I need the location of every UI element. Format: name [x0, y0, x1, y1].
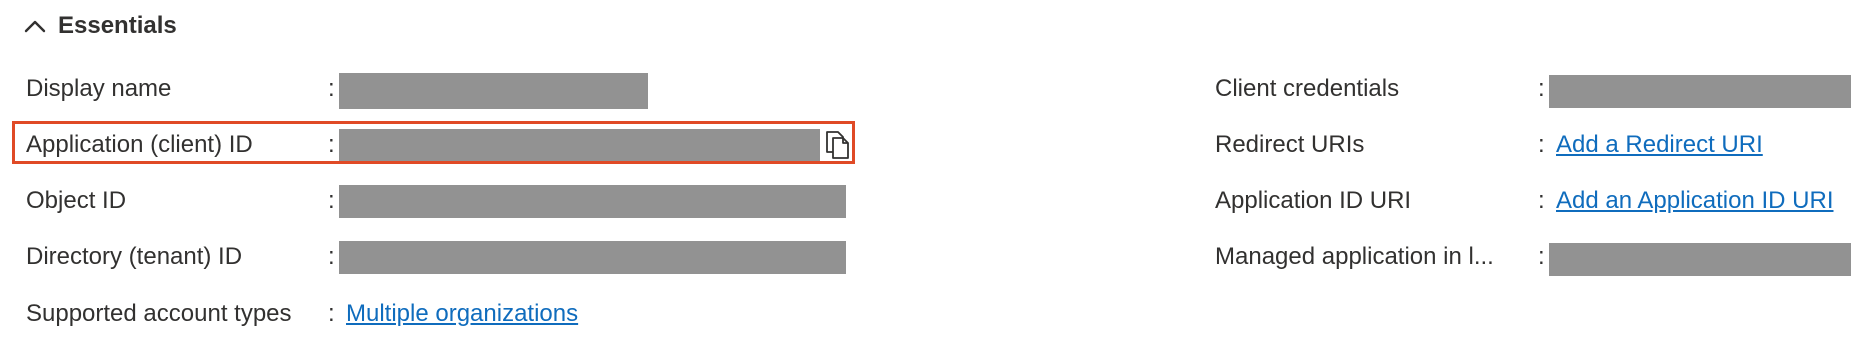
add-redirect-uri-link[interactable]: Add a Redirect URI: [1556, 129, 1763, 161]
client-credentials-label: Client credentials: [1215, 75, 1400, 102]
multiple-organizations-link[interactable]: Multiple organizations: [346, 298, 578, 330]
display-name-value-redacted: [339, 73, 648, 109]
client-credentials-value-redacted: [1549, 75, 1851, 108]
object-id-label: Object ID: [26, 187, 127, 214]
object-id-value-redacted: [339, 185, 846, 218]
directory-id-value-redacted: [339, 241, 846, 274]
client-credentials-separator: :: [1538, 75, 1545, 102]
application-id-uri-label: Application ID URI: [1215, 187, 1412, 214]
section-title: Essentials: [58, 12, 177, 39]
managed-application-label: Managed application in l...: [1215, 243, 1494, 270]
directory-id-label: Directory (tenant) ID: [26, 243, 243, 270]
copy-icon[interactable]: [823, 130, 853, 160]
directory-id-separator: :: [328, 243, 335, 270]
managed-application-value-redacted: [1549, 243, 1851, 276]
chevron-up-icon: [24, 20, 46, 33]
display-name-separator: :: [328, 75, 335, 102]
application-id-uri-separator: :: [1538, 187, 1545, 214]
redirect-uris-label: Redirect URIs: [1215, 131, 1365, 158]
account-types-separator: :: [328, 300, 335, 327]
redirect-uris-separator: :: [1538, 131, 1545, 158]
essentials-toggle[interactable]: Essentials: [24, 10, 177, 42]
add-application-id-uri-link[interactable]: Add an Application ID URI: [1556, 185, 1834, 217]
managed-application-separator: :: [1538, 243, 1545, 270]
account-types-label: Supported account types: [26, 300, 292, 327]
application-id-highlight-box: [12, 121, 855, 164]
object-id-separator: :: [328, 187, 335, 214]
display-name-label: Display name: [26, 75, 172, 102]
